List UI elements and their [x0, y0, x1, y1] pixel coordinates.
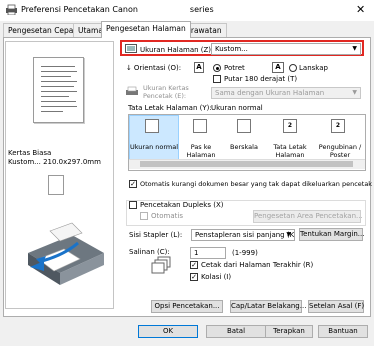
reverse-order-label: Cetak dari Halaman Terakhir (R) [201, 261, 314, 269]
page-size-select[interactable]: Kustom... ▼ [211, 43, 361, 55]
layout-scroll-thumb[interactable] [140, 161, 353, 167]
auto-reduce-checkbox[interactable]: ✓ [129, 180, 137, 188]
chevron-down-icon: ▼ [352, 89, 357, 96]
printer-paper-value: Sama dengan Ukuran Halaman [215, 89, 325, 97]
preview-small-paper [48, 175, 64, 195]
defaults-button[interactable]: Setelan Asal (F) [308, 300, 364, 313]
preview-paper [33, 57, 84, 123]
layout-item-page-layout[interactable]: Tata Letak Halaman [269, 143, 311, 159]
duplex-auto-checkbox[interactable] [140, 212, 148, 220]
collate-checkbox[interactable]: ✓ [190, 273, 198, 281]
printer-illustration-icon [28, 222, 104, 285]
print-options-button[interactable]: Opsi Pencetakan... [151, 300, 223, 313]
margin-button[interactable]: Tentukan Margin... [299, 228, 364, 241]
layout-item-scaled[interactable]: Berskala [225, 143, 263, 151]
window-title: Preferensi Pencetakan Canon series [21, 5, 214, 14]
chevron-down-icon: ▼ [286, 231, 291, 238]
layout-item-fit[interactable]: Pas ke Halaman [183, 143, 219, 159]
staple-label: Sisi Stapler (L): [129, 231, 183, 239]
page-layout-icon: 2 [283, 119, 297, 133]
copies-icon [151, 256, 171, 274]
tiling-poster-icon: 2 [331, 119, 345, 133]
duplex-checkbox[interactable] [129, 201, 137, 209]
layout-item-normal[interactable]: Ukuran normal [129, 143, 179, 151]
ok-button[interactable]: OK [138, 325, 198, 338]
orientation-label: ↓ Orientasi (O): [126, 64, 182, 72]
apply-button[interactable]: Terapkan [265, 325, 313, 338]
chevron-down-icon: ▼ [352, 45, 357, 52]
printer-paper-label: Ukuran Kertas Pencetak (E): [143, 84, 189, 100]
copies-range: (1-999) [232, 249, 258, 257]
fit-to-page-icon [193, 119, 207, 133]
preview-paper-size: Kustom... 210.0x297.0mm [8, 158, 101, 166]
copies-input[interactable]: 1 [190, 247, 226, 259]
layout-label: Tata Letak Halaman (Y): [128, 104, 212, 112]
landscape-icon: A [272, 62, 284, 73]
layout-item-poster[interactable]: Pengubinan / Poster [314, 143, 366, 159]
help-button[interactable]: Bantuan [318, 325, 368, 338]
close-button[interactable]: ✕ [356, 3, 365, 16]
landscape-radio[interactable] [289, 64, 297, 72]
stamp-background-button[interactable]: Cap/Latar Belakang... [230, 300, 306, 313]
rotate-180-checkbox[interactable] [213, 75, 221, 83]
orientation-label-text: Orientasi (O): [133, 64, 182, 72]
window-title-text: Preferensi Pencetakan Canon [21, 5, 138, 14]
auto-reduce-label: Otomatis kurangi dokumen besar yang tak … [140, 180, 373, 188]
page-size-value: Kustom... [215, 45, 248, 53]
tab-quick-setup[interactable]: Pengesetan Cepat [3, 23, 82, 37]
page-size-icon [125, 44, 137, 53]
staple-select[interactable]: Penstapleran sisi panjang (Kn) ▼ [191, 229, 295, 241]
page-size-label: Ukuran Halaman (Z): [140, 46, 214, 54]
portrait-icon: A [194, 62, 204, 73]
print-area-button[interactable]: Pengesetan Area Pencetakan... [253, 210, 363, 223]
preview-paper-type: Kertas Biasa [8, 149, 52, 157]
cancel-button[interactable]: Batal [206, 325, 266, 338]
printer-paper-select[interactable]: Sama dengan Ukuran Halaman ▼ [211, 87, 361, 99]
window-title-suffix: series [189, 5, 214, 14]
collate-label: Kolasi (I) [201, 273, 232, 281]
duplex-label: Pencetakan Dupleks (X) [140, 201, 224, 209]
staple-value: Penstapleran sisi panjang (Kn) [195, 231, 295, 239]
reverse-order-checkbox[interactable]: ✓ [190, 261, 198, 269]
portrait-label: Potret [224, 64, 245, 72]
normal-size-icon [145, 119, 159, 133]
copies-label: Salinan (C): [129, 248, 170, 256]
printer-paper-icon [126, 86, 138, 95]
layout-current: Ukuran normal [211, 104, 263, 112]
printer-icon [6, 4, 17, 15]
tab-page-setup[interactable]: Pengesetan Halaman [101, 21, 191, 38]
scaled-icon [237, 119, 251, 133]
landscape-label: Lanskap [299, 64, 328, 72]
rotate-180-label: Putar 180 derajat (T) [224, 75, 298, 83]
portrait-radio[interactable] [213, 64, 221, 72]
title-bar: Preferensi Pencetakan Canon series ✕ [0, 0, 374, 21]
duplex-auto-label: Otomatis [151, 212, 183, 220]
